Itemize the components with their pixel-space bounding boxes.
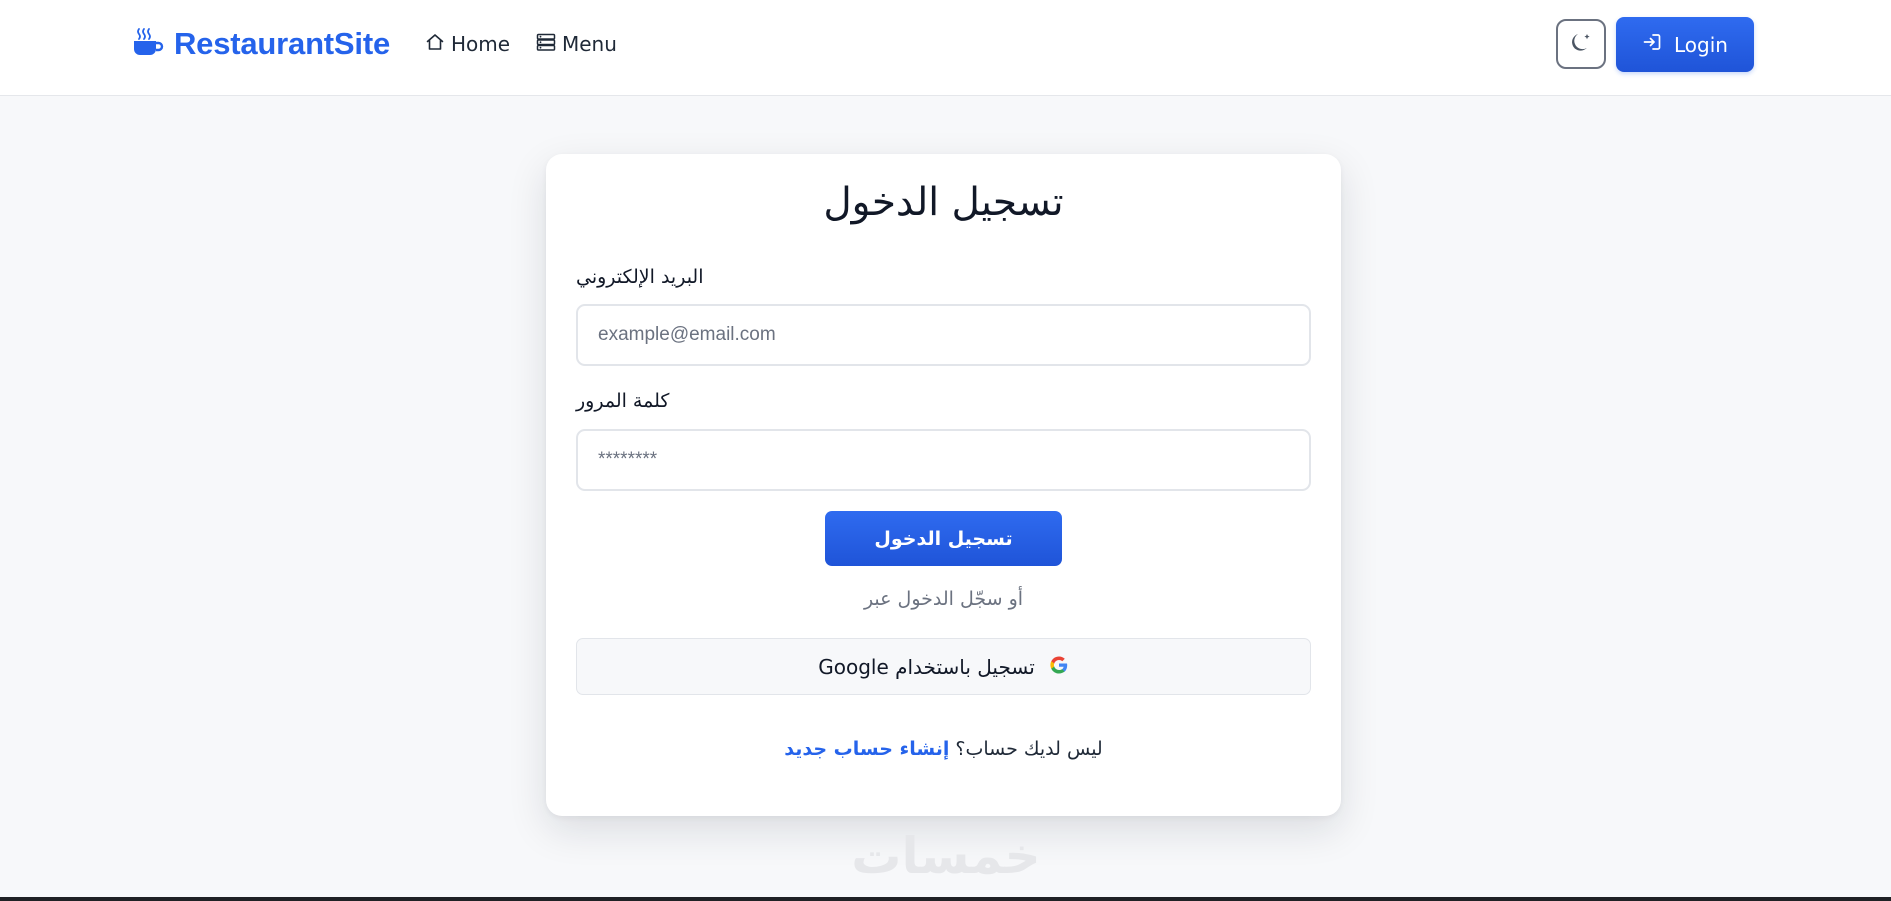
moon-icon <box>1569 30 1593 58</box>
login-button[interactable]: Login <box>1616 17 1754 72</box>
coffee-cup-icon <box>132 27 164 61</box>
password-field[interactable] <box>576 429 1311 491</box>
google-icon <box>1049 655 1069 679</box>
google-login-button[interactable]: تسجيل باستخدام Google <box>576 638 1311 695</box>
password-label: كلمة المرور <box>576 390 670 412</box>
email-label: البريد الإلكتروني <box>576 266 704 288</box>
bottom-edge-bar <box>0 897 1891 901</box>
nav-menu-label: Menu <box>562 32 617 56</box>
login-card: تسجيل الدخول البريد الإلكتروني كلمة المر… <box>546 154 1341 816</box>
page-title: تسجيل الدخول <box>823 180 1064 225</box>
menu-list-icon <box>536 32 556 57</box>
watermark-logo: خمسات <box>851 827 1041 885</box>
google-login-label: تسجيل باستخدام Google <box>818 654 1035 679</box>
home-icon <box>425 32 445 57</box>
nav-home-label: Home <box>451 32 511 56</box>
submit-login-button[interactable]: تسجيل الدخول <box>825 511 1062 566</box>
nav-menu-link[interactable]: Menu <box>536 28 617 60</box>
signup-prompt: ليس لديك حساب؟ إنشاء حساب جديد <box>546 738 1341 760</box>
navbar: RestaurantSite Home Menu Login <box>0 0 1891 96</box>
brand-name: RestaurantSite <box>174 26 390 61</box>
nav-home-link[interactable]: Home <box>425 28 510 60</box>
login-icon <box>1642 32 1662 57</box>
brand-logo-link[interactable]: RestaurantSite <box>132 24 390 64</box>
theme-toggle-button[interactable] <box>1556 19 1606 69</box>
or-divider-text: أو سجّل الدخول عبر <box>863 588 1024 610</box>
no-account-text: ليس لديك حساب؟ <box>949 738 1103 760</box>
login-label: Login <box>1674 32 1728 57</box>
signup-link[interactable]: إنشاء حساب جديد <box>784 738 949 760</box>
email-field[interactable] <box>576 304 1311 366</box>
